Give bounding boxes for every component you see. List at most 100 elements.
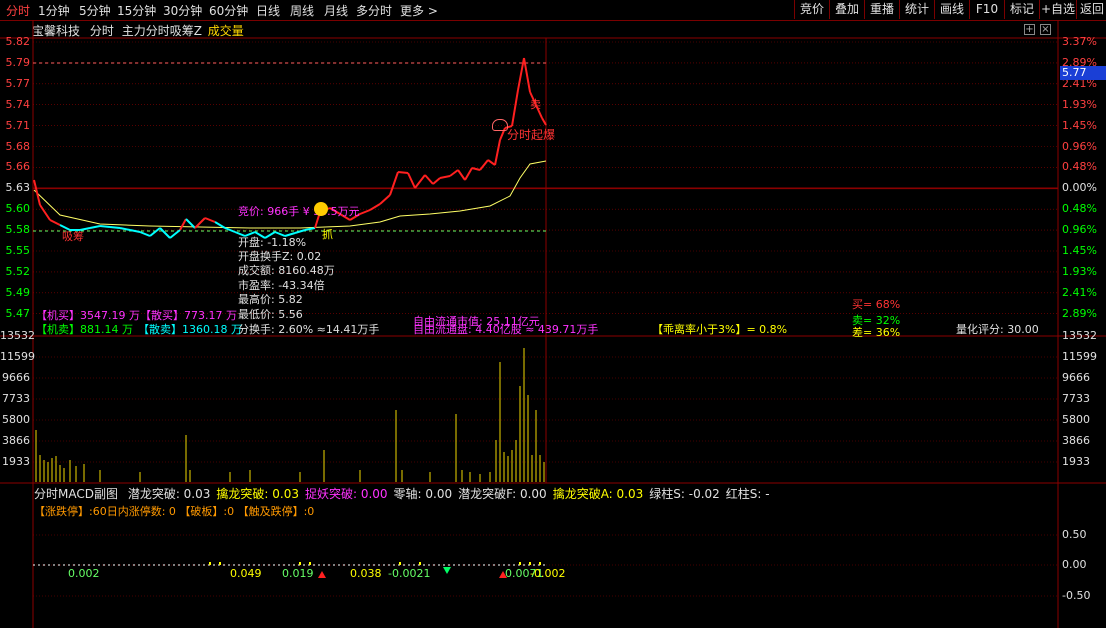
price-segment bbox=[439, 175, 451, 179]
price-segment bbox=[179, 218, 187, 231]
quant-score: 量化评分: 30.00 bbox=[956, 323, 1039, 336]
price-segment bbox=[139, 231, 151, 237]
volume-tick-label: 5800 bbox=[2, 413, 30, 426]
macd-label: 0.002 bbox=[68, 567, 100, 580]
percent-tick-label: 1.93% bbox=[1062, 264, 1097, 278]
percent-tick-label: 0.96% bbox=[1062, 139, 1097, 153]
percent-tick-label: 0.00% bbox=[1062, 181, 1097, 195]
macd-title: 分时MACD副图 bbox=[34, 487, 118, 501]
macd-subchart: 0.002 0.049 0.019 0.038 -0.0021 0.0071-0.002 bbox=[33, 562, 565, 580]
volume-tick-label: 13532 bbox=[0, 329, 35, 342]
percent-tick-label: 2.89% bbox=[1062, 306, 1097, 320]
current-price-tag: 5.77 bbox=[1060, 66, 1106, 80]
price-segment bbox=[119, 227, 131, 231]
price-tick-label: 5.49 bbox=[5, 285, 31, 299]
macd-tick-label: 0.00 bbox=[1062, 558, 1087, 571]
percent-tick-label: 1.93% bbox=[1062, 97, 1097, 111]
macd-value: 擒龙突破A: 0.03 bbox=[552, 487, 644, 501]
price-segment bbox=[457, 169, 466, 181]
volume-tick-label-right: 1933 bbox=[1062, 455, 1090, 468]
deviation: 【乖离率小于3%】= 0.8% bbox=[652, 323, 788, 336]
buy-percent: 买= 68% bbox=[852, 298, 901, 311]
macd-value: 红柱S: - bbox=[725, 487, 770, 501]
macd-header: 分时MACD副图 潜龙突破: 0.03 擒龙突破: 0.03 捉妖突破: 0.00 零… bbox=[34, 485, 770, 502]
price-tick-label: 5.60 bbox=[5, 202, 31, 216]
price-segment bbox=[379, 194, 391, 205]
price-tick-label: 5.58 bbox=[5, 223, 31, 237]
volume-tick-label: 7733 bbox=[2, 392, 30, 405]
macd-value: 零轴: 0.00 bbox=[393, 487, 453, 501]
price-segment bbox=[449, 169, 459, 177]
price-segment bbox=[159, 227, 171, 239]
percent-tick-label: 0.48% bbox=[1062, 160, 1097, 174]
percent-tick-label: 0.48% bbox=[1062, 202, 1097, 216]
price-tick-label: 5.74 bbox=[5, 97, 31, 111]
macd-label: 0.049 bbox=[230, 567, 262, 580]
price-segment bbox=[109, 226, 121, 229]
price-segment bbox=[432, 177, 441, 185]
price-segment bbox=[414, 174, 426, 189]
percent-tick-label: 1.45% bbox=[1062, 118, 1097, 132]
low-price: 最低价: 5.56 bbox=[238, 308, 303, 321]
price-segment bbox=[494, 139, 501, 166]
percent-tick-label: 2.41% bbox=[1062, 285, 1097, 299]
macd-tick-label: -0.50 bbox=[1062, 589, 1091, 602]
amount: 成交额: 8160.48万 bbox=[238, 264, 335, 277]
limit-stats: 【涨跌停】:60日内涨停数: 0 【破板】:0 【触及跌停】:0 bbox=[34, 505, 315, 518]
price-segment bbox=[39, 204, 51, 221]
macd-value: 擒龙突破: 0.03 bbox=[216, 487, 299, 501]
macd-label: 0.038 bbox=[350, 567, 382, 580]
price-segment bbox=[389, 171, 399, 196]
price-tick-label: 5.79 bbox=[5, 55, 31, 69]
volume-bars bbox=[35, 348, 545, 482]
retail-sell: 【散卖】1360.18 万 bbox=[138, 323, 242, 336]
price-segment bbox=[479, 159, 489, 171]
percent-tick-label: 3.37% bbox=[1062, 35, 1097, 48]
price-segment bbox=[397, 171, 409, 174]
price-tick-label: 5.77 bbox=[5, 76, 31, 90]
volume-tick-label: 3866 bbox=[2, 434, 30, 447]
volume-tick-label-right: 3866 bbox=[1062, 434, 1090, 447]
price-tick-label: 5.71 bbox=[5, 118, 31, 132]
macd-value: 潜龙突破: 0.03 bbox=[127, 487, 211, 501]
volume-tick-label-right: 5800 bbox=[1062, 413, 1090, 426]
price-segment bbox=[149, 227, 161, 237]
inst-sell: 【机卖】881.14 万 bbox=[36, 323, 133, 336]
price-segment bbox=[33, 179, 41, 206]
price-tick-label: 5.82 bbox=[5, 35, 31, 48]
auction-annotation: 竞价: 966手 ¥ 54.5万元 bbox=[238, 205, 360, 218]
turnover: 分换手: 2.60% ≈14.41万手 bbox=[238, 323, 380, 336]
price-segment bbox=[511, 89, 519, 127]
smile-icon bbox=[314, 202, 328, 216]
volume-tick-label-right: 7733 bbox=[1062, 392, 1090, 405]
percent-tick-label: 1.45% bbox=[1062, 244, 1097, 257]
price-tick-label: 5.68 bbox=[5, 139, 31, 153]
price-segment bbox=[204, 217, 216, 223]
price-segment bbox=[541, 117, 547, 126]
high-price: 最高价: 5.82 bbox=[238, 293, 303, 306]
macd-tick-label: 0.50 bbox=[1062, 528, 1087, 541]
volume-tick-label: 9666 bbox=[2, 371, 30, 384]
price-tick-label: 5.47 bbox=[5, 306, 31, 320]
price-segment bbox=[424, 174, 434, 185]
grab-annotation: 抓 bbox=[322, 228, 333, 241]
price-segment bbox=[359, 209, 371, 215]
breakout-annotation: 分时起爆 bbox=[507, 128, 556, 142]
diamond-icon bbox=[492, 119, 508, 131]
price-tick-label: 5.52 bbox=[5, 264, 31, 278]
sell-annotation: 卖 bbox=[530, 98, 541, 111]
macd-label: -0.0021 bbox=[388, 567, 430, 580]
down-arrow-icon bbox=[443, 567, 451, 574]
volume-tick-label-right: 9666 bbox=[1062, 371, 1090, 384]
volume-tick-label-right: 13532 bbox=[1062, 329, 1097, 342]
absorb-annotation: 吸筹 bbox=[62, 230, 84, 243]
percent-tick-label: 0.96% bbox=[1062, 223, 1097, 237]
volume-tick-label: 1933 bbox=[2, 455, 30, 468]
macd-value: 潜龙突破F: 0.00 bbox=[458, 487, 547, 501]
price-segment bbox=[89, 225, 101, 229]
price-tick-label: 5.55 bbox=[5, 244, 31, 257]
price-segment bbox=[471, 167, 481, 171]
macd-value: 捉妖突破: 0.00 bbox=[304, 487, 388, 501]
macd-label: 0.019 bbox=[282, 567, 314, 580]
up-arrow-icon bbox=[318, 571, 326, 578]
